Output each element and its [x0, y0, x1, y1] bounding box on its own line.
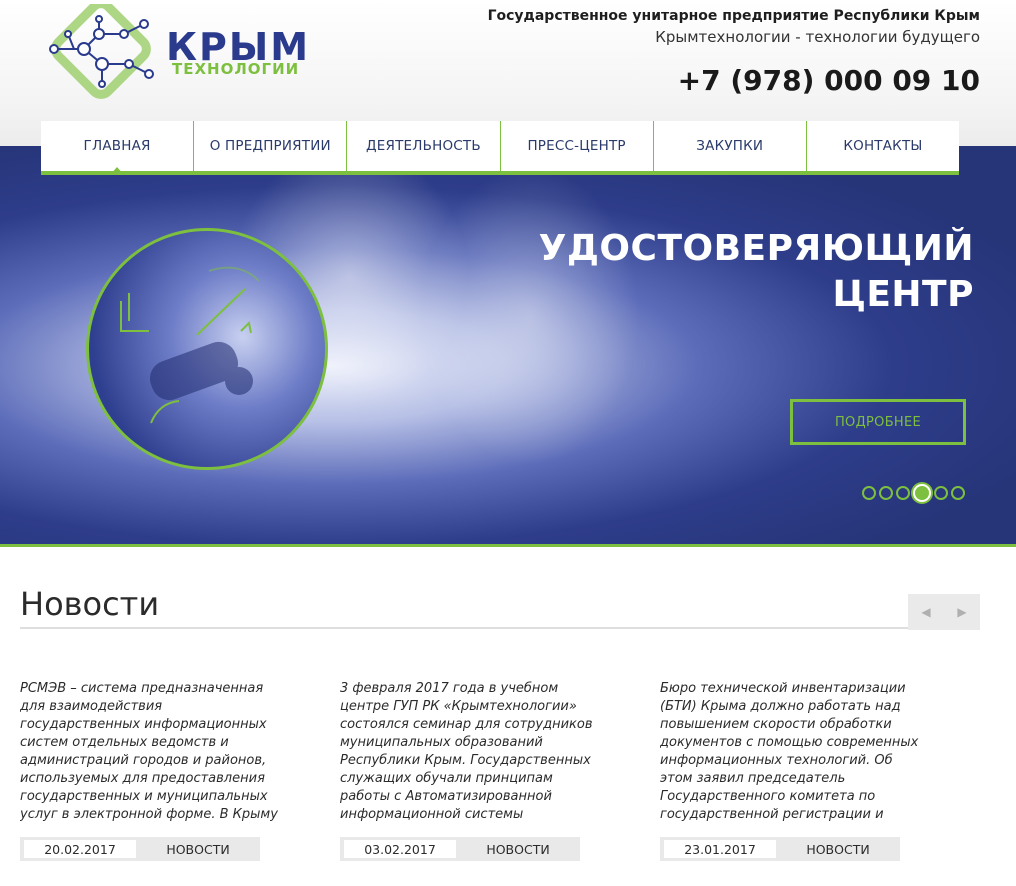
news-card[interactable]: 3 февраля 2017 года в учебном центре ГУП… — [340, 680, 602, 861]
chevron-left-icon[interactable]: ◀ — [908, 594, 944, 630]
news-card-date: 20.02.2017 — [24, 840, 136, 858]
hud-lines-icon — [120, 266, 260, 424]
news-card-meta: 03.02.2017 НОВОСТИ — [340, 837, 580, 861]
tagline: Крымтехнологии - технологии будущего — [655, 28, 980, 46]
logo-subtext: ТЕХНОЛОГИИ — [172, 60, 300, 78]
more-button[interactable]: ПОДРОБНЕЕ — [790, 399, 966, 445]
slider-dot[interactable] — [879, 486, 893, 500]
organization-name: Государственное унитарное предприятие Ре… — [487, 8, 980, 24]
news-card-meta: 20.02.2017 НОВОСТИ — [20, 837, 260, 861]
divider — [20, 627, 980, 629]
nav-item-about[interactable]: О ПРЕДПРИЯТИИ — [193, 121, 346, 171]
news-card-text[interactable]: Бюро технической инвентаризации (БТИ) Кр… — [660, 680, 922, 824]
chevron-right-icon[interactable]: ▶ — [944, 594, 980, 630]
news-heading: Новости — [20, 585, 160, 623]
slider-dot[interactable] — [934, 486, 948, 500]
hero-slider: УДОСТОВЕРЯЮЩИЙ ЦЕНТР ПОДРОБНЕЕ — [0, 146, 1016, 547]
hero-title-line: ЦЕНТР — [832, 274, 974, 315]
news-card[interactable]: РСМЭВ – система предназначенная для взаи… — [20, 680, 282, 861]
hero-image-circle — [86, 228, 328, 470]
hero-title-line: УДОСТОВЕРЯЮЩИЙ — [538, 228, 974, 269]
nav-item-press-center[interactable]: ПРЕСС-ЦЕНТР — [499, 121, 653, 171]
news-card-date: 23.01.2017 — [664, 840, 776, 858]
news-card[interactable]: Бюро технической инвентаризации (БТИ) Кр… — [660, 680, 922, 861]
main-nav: ГЛАВНАЯ О ПРЕДПРИЯТИИ ДЕЯТЕЛЬНОСТЬ ПРЕСС… — [41, 121, 959, 175]
nav-item-activity[interactable]: ДЕЯТЕЛЬНОСТЬ — [346, 121, 499, 171]
news-card-category[interactable]: НОВОСТИ — [136, 837, 260, 861]
nav-item-purchases[interactable]: ЗАКУПКИ — [652, 121, 806, 171]
news-card-text[interactable]: РСМЭВ – система предназначенная для взаи… — [20, 680, 282, 824]
nav-item-contacts[interactable]: КОНТАКТЫ — [805, 121, 959, 171]
news-card-category[interactable]: НОВОСТИ — [456, 837, 580, 861]
slider-dot[interactable] — [896, 486, 910, 500]
logo[interactable]: КРЫМ ТЕХНОЛОГИИ — [44, 4, 354, 108]
slider-dot[interactable] — [951, 486, 965, 500]
slider-dot-active[interactable] — [913, 484, 931, 502]
phone-number[interactable]: +7 (978) 000 09 10 — [678, 64, 980, 97]
hero-title: УДОСТОВЕРЯЮЩИЙ ЦЕНТР — [539, 226, 974, 318]
slider-pagination — [862, 484, 965, 502]
slider-dot[interactable] — [862, 486, 876, 500]
nav-item-home[interactable]: ГЛАВНАЯ — [41, 121, 193, 175]
news-card-category[interactable]: НОВОСТИ — [776, 837, 900, 861]
news-card-meta: 23.01.2017 НОВОСТИ — [660, 837, 900, 861]
news-card-date: 03.02.2017 — [344, 840, 456, 858]
news-card-text[interactable]: 3 февраля 2017 года в учебном центре ГУП… — [340, 680, 602, 824]
news-carousel-controls: ◀ ▶ — [908, 594, 980, 630]
logo-emblem-icon — [49, 4, 154, 99]
